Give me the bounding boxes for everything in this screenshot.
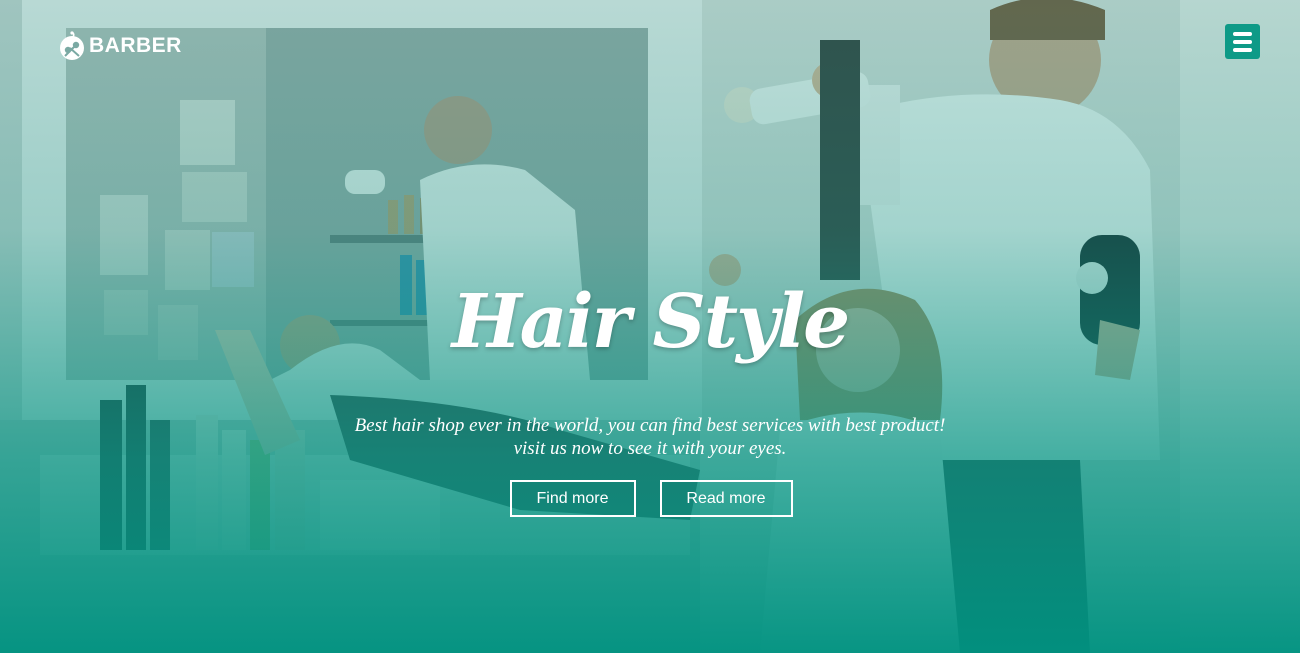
hero-content: Hair Style Best hair shop ever in the wo… [0, 272, 1300, 517]
hero-subtitle-line-1: Best hair shop ever in the world, you ca… [354, 415, 946, 436]
brand-logo[interactable]: BARBER [57, 30, 182, 62]
menu-button[interactable] [1225, 24, 1260, 59]
hero-section: BARBER Hair Style Best hair shop ever in… [0, 0, 1300, 653]
read-more-button[interactable]: Read more [659, 480, 793, 517]
find-more-button[interactable]: Find more [509, 480, 636, 517]
hamburger-menu-icon-line [1233, 47, 1252, 52]
barber-scissors-icon [60, 31, 84, 60]
hero-subtitle-line-2: visit us now to see it with your eyes. [513, 438, 787, 459]
hamburger-menu-icon [1233, 31, 1252, 36]
hero-subtitle: Best hair shop ever in the world, you ca… [0, 414, 1300, 460]
brand-name: BARBER [89, 34, 182, 57]
hamburger-menu-icon-line [1233, 39, 1252, 44]
hero-title: Hair Style [451, 279, 851, 365]
hero-buttons: Find more Read more [0, 480, 1300, 517]
